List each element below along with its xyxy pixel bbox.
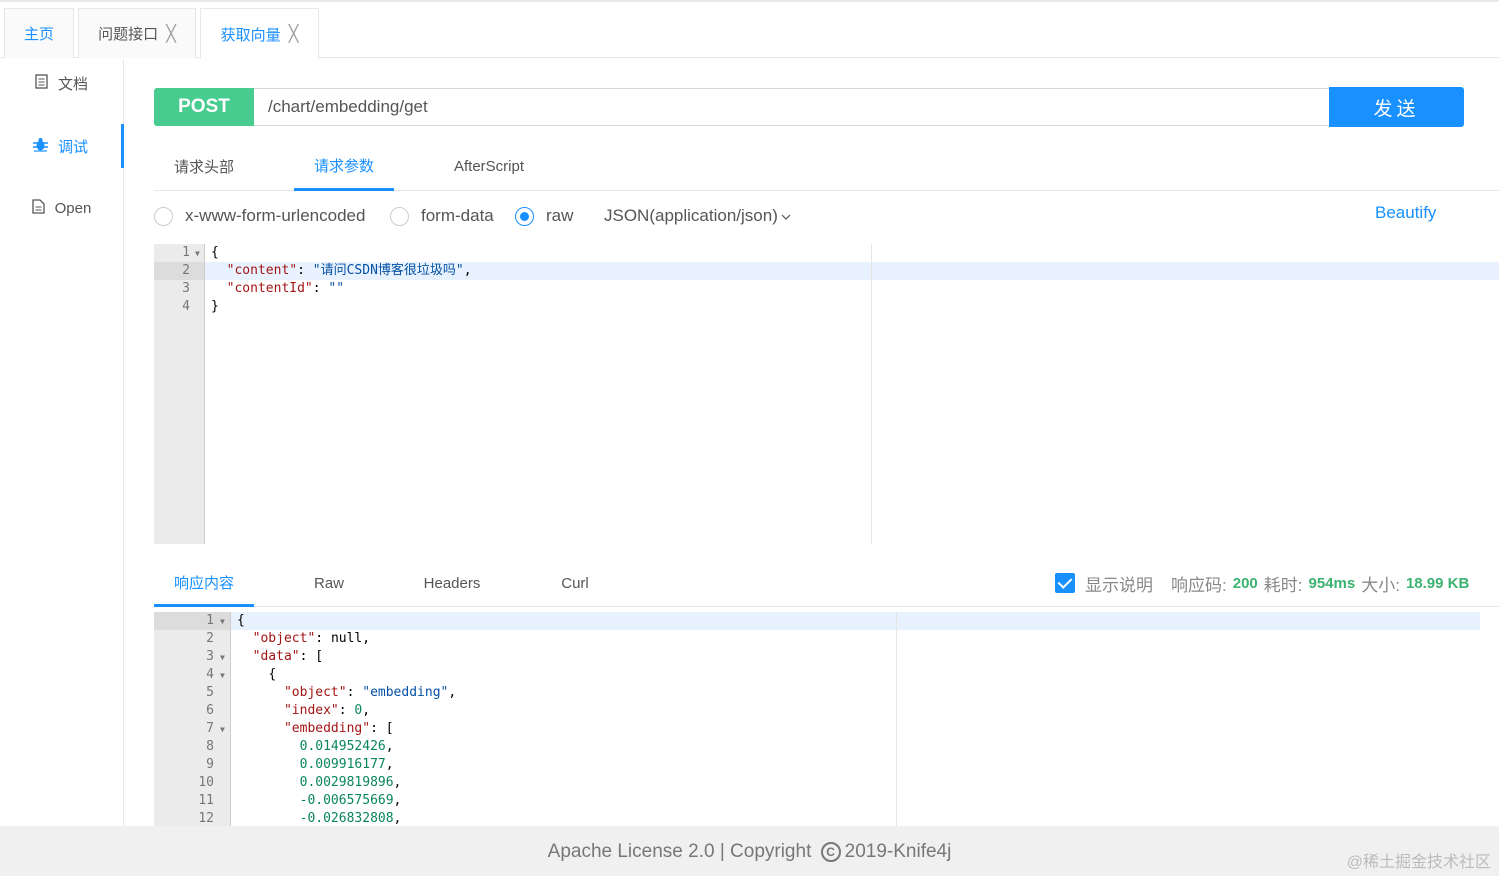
tab-afterscript[interactable]: AfterScript xyxy=(439,142,539,191)
code-line: "contentId": "" xyxy=(226,281,345,296)
tab-label: 获取向量 xyxy=(220,26,281,44)
code-line: "embedding": [ xyxy=(283,721,394,736)
chevron-down-icon xyxy=(781,206,791,226)
sidebar-item-open[interactable]: Open xyxy=(0,186,123,230)
fold-arrow-icon[interactable]: ▼ xyxy=(220,671,225,680)
sidebar: 文档 调试 Open xyxy=(0,59,124,826)
line-number: 10 xyxy=(198,775,214,790)
line-number: 1 xyxy=(182,245,190,260)
top-border xyxy=(0,0,1499,2)
tab-label: 问题接口 xyxy=(98,26,159,43)
sidebar-item-label: 文档 xyxy=(57,75,88,93)
size-value: 18.99 KB xyxy=(1405,574,1470,592)
radio-selected-icon xyxy=(515,206,534,226)
line-number: 8 xyxy=(206,739,214,754)
active-line-highlight xyxy=(231,612,1480,630)
radio-icon xyxy=(390,206,409,226)
license-text: Apache License 2.0 | Copyright xyxy=(547,841,812,862)
content-type-label: JSON(application/json) xyxy=(604,206,778,225)
code-line: 0.009916177, xyxy=(299,757,394,772)
line-number: 1 xyxy=(206,613,214,628)
code-line: "index": 0, xyxy=(283,703,371,718)
status-code-value: 200 xyxy=(1232,574,1258,592)
tab-response-curl[interactable]: Curl xyxy=(525,560,625,607)
footer-text: Apache License 2.0 | Copyright C 2019-Kni… xyxy=(0,841,1499,863)
code-line: { xyxy=(237,613,245,628)
line-number: 9 xyxy=(206,757,214,772)
footer: Apache License 2.0 | Copyright C 2019-Kni… xyxy=(0,826,1499,876)
code-line: 0.014952426, xyxy=(299,739,394,754)
tab-home[interactable]: 主页 xyxy=(4,8,74,58)
show-description-checkbox[interactable] xyxy=(1055,573,1075,593)
tab-request-params[interactable]: 请求参数 xyxy=(294,142,394,191)
beautify-link[interactable]: Beautify xyxy=(1375,203,1436,223)
radio-urlencoded[interactable]: x-www-form-urlencoded xyxy=(154,203,365,229)
url-text: /chart/embedding/get xyxy=(268,97,428,116)
fold-arrow-icon[interactable]: ▼ xyxy=(220,653,225,662)
close-icon[interactable]: ╳ xyxy=(166,24,176,44)
show-description-label: 显示说明 xyxy=(1085,575,1153,595)
line-number: 6 xyxy=(206,703,214,718)
radio-raw[interactable]: raw xyxy=(515,203,573,229)
document-icon xyxy=(35,73,48,93)
watermark: @稀土掘金技术社区 xyxy=(1346,854,1491,871)
tab-response-raw[interactable]: Raw xyxy=(279,560,379,607)
line-number: 7 xyxy=(206,721,214,736)
radio-label: x-www-form-urlencoded xyxy=(185,206,366,225)
code-line: 0.0029819896, xyxy=(299,775,402,790)
bug-icon xyxy=(32,137,48,156)
file-icon xyxy=(31,198,45,218)
sidebar-item-docs[interactable]: 文档 xyxy=(0,61,123,105)
close-icon[interactable]: ╳ xyxy=(289,24,299,44)
code-line: "object": null, xyxy=(252,631,371,646)
request-tabs: 请求头部 请求参数 AfterScript xyxy=(154,142,1499,191)
fold-arrow-icon[interactable]: ▼ xyxy=(195,249,200,258)
print-margin xyxy=(896,612,897,826)
content-type-select[interactable]: JSON(application/json) xyxy=(604,203,791,229)
radio-form-data[interactable]: form-data xyxy=(390,203,494,229)
radio-label: raw xyxy=(546,206,574,225)
tab-bar: 主页 问题接口 ╳ 获取向量 ╳ xyxy=(0,8,1499,59)
status-code-label: 响应码: xyxy=(1171,575,1227,595)
tab-response-headers[interactable]: Headers xyxy=(402,560,502,607)
fold-arrow-icon[interactable]: ▼ xyxy=(220,725,225,734)
sidebar-item-debug[interactable]: 调试 xyxy=(0,124,124,168)
code-line: { xyxy=(268,667,277,682)
code-line: } xyxy=(211,299,219,314)
line-number: 3 xyxy=(182,281,190,296)
sidebar-item-label: Open xyxy=(54,199,92,217)
code-line: { xyxy=(211,245,219,260)
copyright-icon: C xyxy=(820,841,841,862)
code-line: "data": [ xyxy=(252,649,324,664)
radio-label: form-data xyxy=(421,206,494,225)
line-number: 4 xyxy=(182,299,190,314)
code-line: "object": "embedding", xyxy=(283,685,457,700)
url-input[interactable]: /chart/embedding/get xyxy=(254,88,1330,126)
line-number: 5 xyxy=(206,685,214,700)
tab-question-api[interactable]: 问题接口 ╳ xyxy=(78,8,196,58)
response-info: 显示说明 响应码: 200 耗时: 954ms 大小: 18.99 KB xyxy=(1055,571,1475,595)
radio-icon xyxy=(154,206,173,226)
fold-arrow-icon[interactable]: ▼ xyxy=(220,617,225,626)
code-line: -0.006575669, xyxy=(299,793,402,808)
line-number: 3 xyxy=(206,649,214,664)
line-number: 2 xyxy=(206,631,214,646)
print-margin xyxy=(871,244,872,544)
size-label: 大小: xyxy=(1361,575,1400,595)
code-line: "content": "请问CSDN博客很垃圾吗", xyxy=(226,263,472,278)
tab-get-embedding[interactable]: 获取向量 ╳ xyxy=(200,8,319,59)
tab-request-headers[interactable]: 请求头部 xyxy=(154,142,254,191)
line-number: 2 xyxy=(182,263,190,278)
elapsed-value: 954ms xyxy=(1308,574,1356,592)
http-method-badge: POST xyxy=(154,88,254,126)
line-number: 11 xyxy=(198,793,214,808)
send-button[interactable]: 发送 xyxy=(1329,87,1464,127)
copyright-years: 2019-Knife4j xyxy=(844,841,952,862)
elapsed-label: 耗时: xyxy=(1263,575,1303,595)
line-number: 4 xyxy=(206,667,214,682)
tab-label: 主页 xyxy=(23,26,54,43)
tab-response-content[interactable]: 响应内容 xyxy=(154,560,254,607)
sidebar-item-label: 调试 xyxy=(57,138,88,156)
